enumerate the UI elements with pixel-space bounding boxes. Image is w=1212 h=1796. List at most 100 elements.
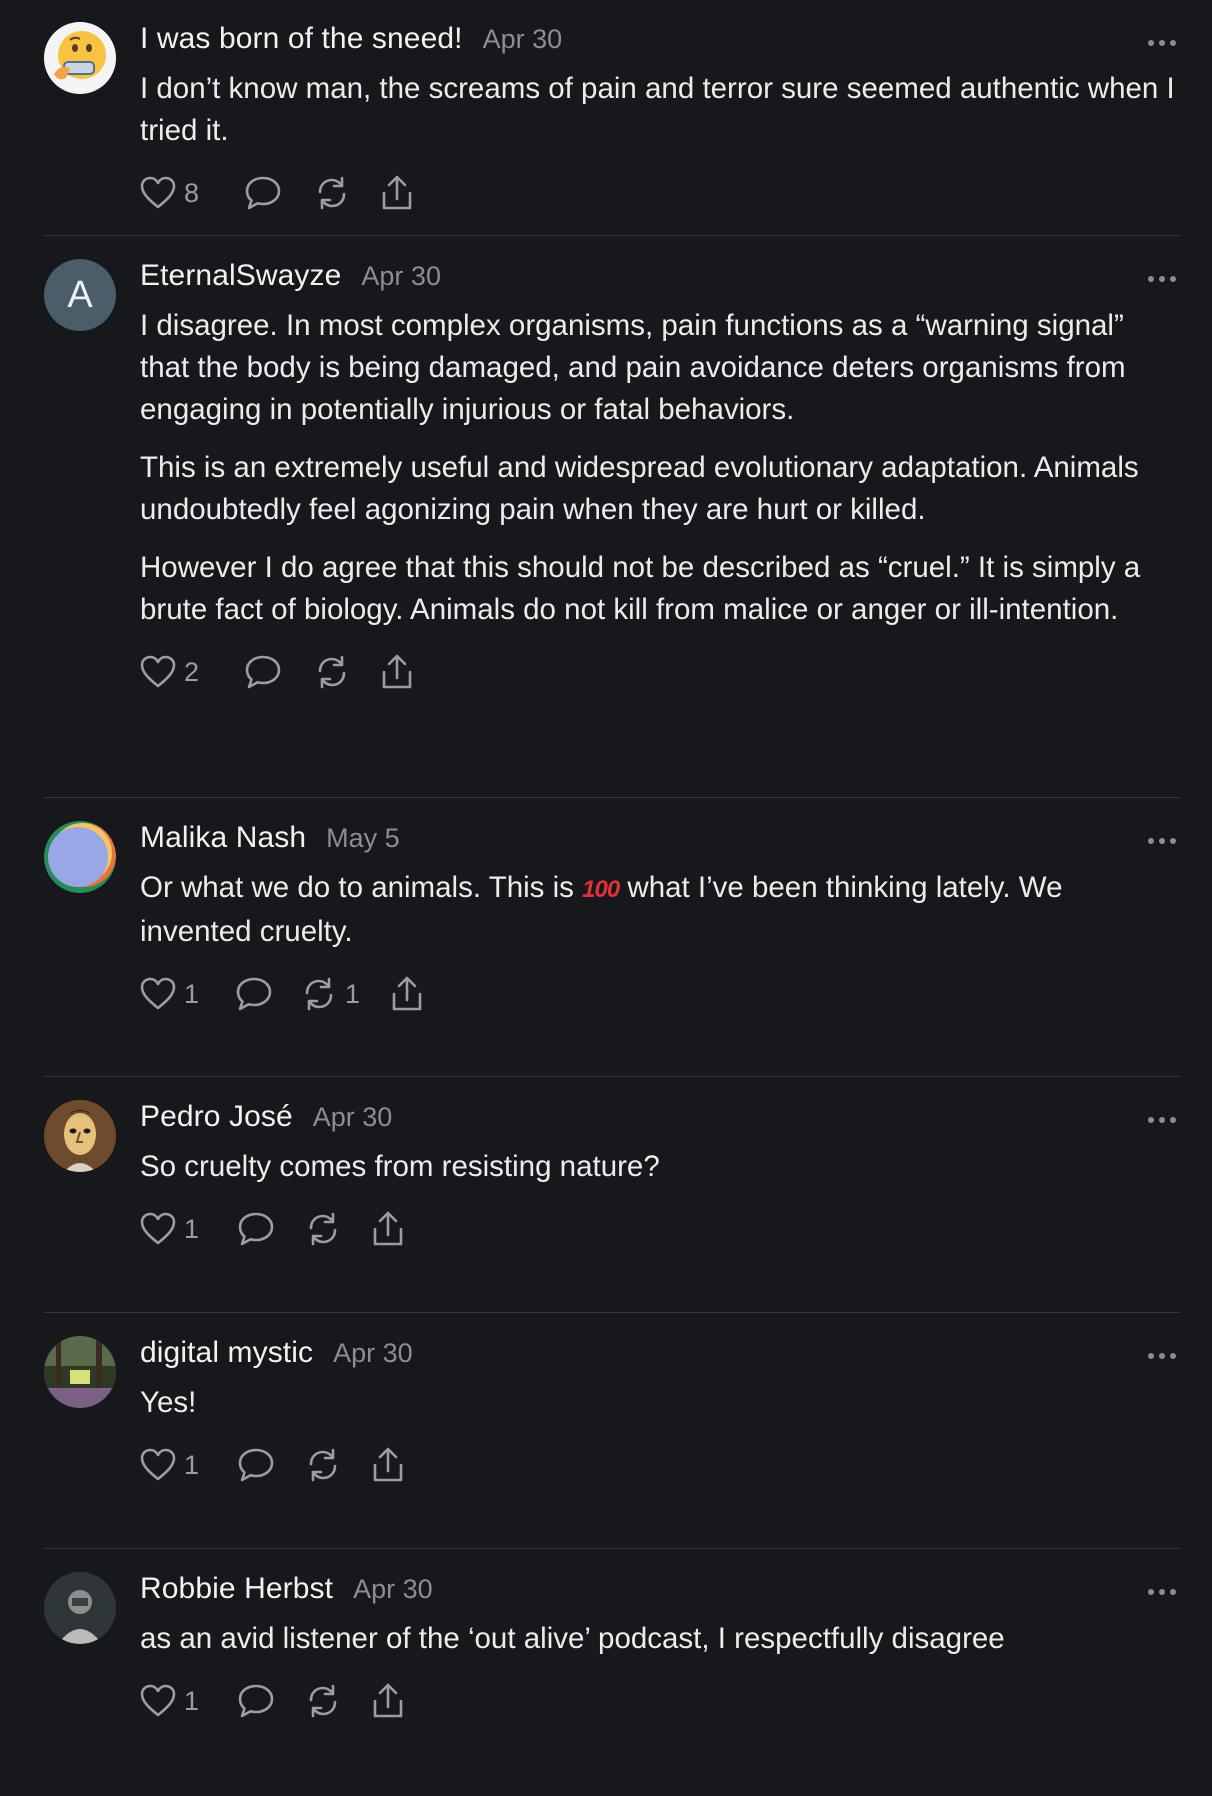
post-body: Or what we do to animals. This is 100 wh… [140,867,1180,953]
action-bar: 8 [140,170,1180,216]
post-header: I was born of the sneed! Apr 30 [140,22,1180,62]
post-date[interactable]: May 5 [326,823,400,854]
hundred-points-emoji: 100 [582,876,620,903]
post-text: Yes! [140,1386,197,1419]
author-name[interactable]: Malika Nash [140,821,306,855]
forest-photo-icon [44,1336,116,1408]
more-options-icon[interactable] [1148,274,1176,284]
like-button[interactable]: 1 [140,1448,199,1482]
repost-icon [309,1448,337,1482]
reply-button[interactable] [235,976,273,1012]
share-button[interactable] [380,175,414,211]
like-button[interactable]: 2 [140,655,199,689]
post-date[interactable]: Apr 30 [353,1574,433,1605]
more-options-icon[interactable] [1148,1115,1176,1125]
repost-button[interactable] [305,1211,341,1247]
reply-button[interactable] [244,175,282,211]
reply-post: A EternalSwayze Apr 30 I disagree. In mo… [44,236,1180,798]
more-options-icon[interactable] [1148,1351,1176,1361]
comment-icon [245,176,281,210]
author-name[interactable]: EternalSwayze [140,259,341,293]
post-body: So cruelty comes from resisting nature? [140,1146,1180,1188]
like-button[interactable]: 1 [140,1684,199,1718]
share-icon [382,175,412,210]
post-text: as an avid listener of the ‘out alive’ p… [140,1622,1005,1655]
reply-post: Malika Nash May 5 Or what we do to anima… [44,798,1180,1077]
post-date[interactable]: Apr 30 [361,261,441,292]
avatar[interactable] [44,1100,116,1172]
comment-icon [236,977,272,1011]
repost-button[interactable]: 1 [301,976,360,1012]
post-header: Malika Nash May 5 [140,821,1180,861]
author-name[interactable]: Pedro José [140,1100,293,1134]
person-photo-icon [44,1572,116,1644]
comment-icon [238,1684,274,1718]
post-header: Robbie Herbst Apr 30 [140,1572,1180,1612]
post-body: I disagree. In most complex organisms, p… [140,305,1180,631]
like-count: 1 [184,978,200,1009]
comment-icon [238,1448,274,1482]
more-options-icon[interactable] [1148,1587,1176,1597]
gradient-circle-icon [44,821,116,893]
post-body: Yes! [140,1382,1180,1424]
like-count: 2 [184,656,200,687]
like-count: 8 [184,177,200,208]
action-bar: 1 [140,1442,1180,1488]
share-button[interactable] [371,1447,405,1483]
heart-icon [140,655,176,688]
more-options-icon[interactable] [1148,38,1176,48]
post-text: This is an extremely useful and widespre… [140,451,1139,526]
reply-post: Pedro José Apr 30 So cruelty comes from … [44,1077,1180,1313]
share-icon [373,1447,403,1482]
avatar[interactable] [44,1336,116,1408]
post-date[interactable]: Apr 30 [333,1338,413,1369]
reply-button[interactable] [244,654,282,690]
post-text: However I do agree that this should not … [140,551,1141,626]
repost-icon [318,655,346,689]
reply-button[interactable] [237,1447,275,1483]
author-name[interactable]: I was born of the sneed! [140,22,463,56]
reply-post: I was born of the sneed! Apr 30 I don’t … [44,0,1180,236]
share-button[interactable] [371,1683,405,1719]
avatar[interactable] [44,22,116,94]
painted-portrait-icon [44,1100,116,1172]
repost-button[interactable] [314,175,350,211]
author-name[interactable]: Robbie Herbst [140,1572,333,1606]
like-count: 1 [184,1685,200,1716]
repost-count: 1 [345,978,361,1009]
like-count: 1 [184,1213,200,1244]
post-header: digital mystic Apr 30 [140,1336,1180,1376]
share-button[interactable] [380,654,414,690]
author-name[interactable]: digital mystic [140,1336,313,1370]
heart-icon [140,1684,176,1717]
post-header: EternalSwayze Apr 30 [140,259,1180,299]
post-date[interactable]: Apr 30 [483,24,563,55]
avatar[interactable]: A [44,259,116,331]
repost-icon [309,1212,337,1246]
heart-icon [140,977,176,1010]
more-options-icon[interactable] [1148,836,1176,846]
like-count: 1 [184,1449,200,1480]
repost-icon [318,176,346,210]
share-icon [373,1683,403,1718]
like-button[interactable]: 1 [140,977,199,1011]
like-button[interactable]: 8 [140,176,199,210]
heart-icon [140,1212,176,1245]
repost-button[interactable] [305,1683,341,1719]
post-text: I disagree. In most complex organisms, p… [140,309,1126,426]
share-button[interactable] [371,1211,405,1247]
like-button[interactable]: 1 [140,1212,199,1246]
avatar[interactable] [44,821,116,893]
reply-post: Robbie Herbst Apr 30 as an avid listener… [44,1549,1180,1796]
replies-feed: I was born of the sneed! Apr 30 I don’t … [0,0,1212,1796]
action-bar: 2 [140,649,1180,695]
post-text: Or what we do to animals. This is 100 wh… [140,867,1180,953]
avatar-letter: A [67,273,93,316]
post-date[interactable]: Apr 30 [313,1102,393,1133]
avatar[interactable] [44,1572,116,1644]
share-button[interactable] [390,976,424,1012]
repost-button[interactable] [305,1447,341,1483]
repost-button[interactable] [314,654,350,690]
reply-button[interactable] [237,1683,275,1719]
reply-button[interactable] [237,1211,275,1247]
